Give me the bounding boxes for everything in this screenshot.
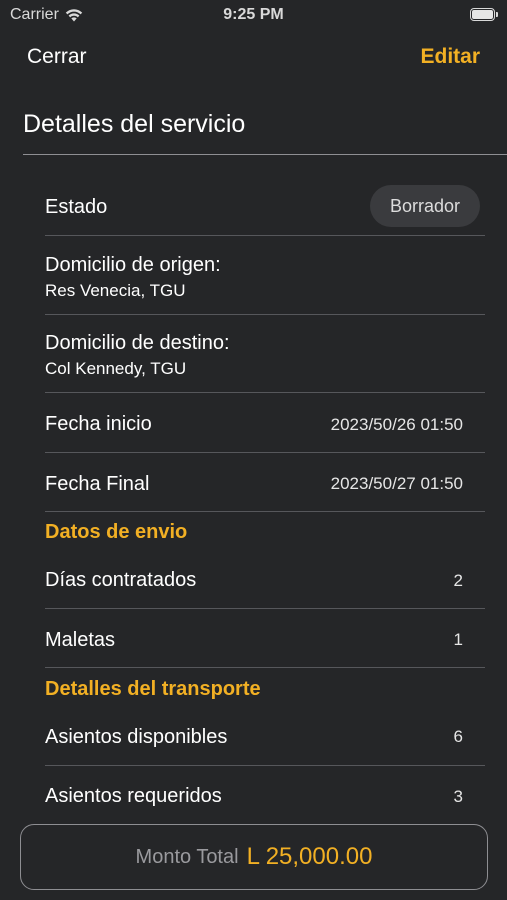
origen-value: Res Venecia, TGU bbox=[45, 281, 186, 300]
battery-icon bbox=[470, 8, 498, 21]
divider bbox=[45, 235, 485, 236]
origen-label: Domicilio de origen: bbox=[45, 254, 221, 276]
destino-value: Col Kennedy, TGU bbox=[45, 359, 187, 378]
fecha-inicio-label: Fecha inicio bbox=[45, 413, 152, 435]
estado-label: Estado bbox=[45, 196, 108, 218]
edit-button[interactable]: Editar bbox=[420, 45, 480, 69]
destino-label: Domicilio de destino: bbox=[45, 332, 230, 354]
asientos-requeridos-value: 3 bbox=[453, 787, 463, 806]
clock: 9:25 PM bbox=[223, 6, 284, 23]
section-header-transporte: Detalles del transporte bbox=[45, 678, 261, 700]
total-amount: L 25,000.00 bbox=[246, 843, 373, 870]
status-badge: Borrador bbox=[370, 185, 480, 227]
asientos-disponibles-value: 6 bbox=[453, 727, 463, 746]
divider bbox=[45, 511, 485, 512]
asientos-requeridos-label: Asientos requeridos bbox=[45, 785, 222, 807]
maletas-label: Maletas bbox=[45, 629, 116, 651]
fecha-final-label: Fecha Final bbox=[45, 473, 150, 495]
divider bbox=[45, 314, 485, 315]
divider bbox=[45, 452, 485, 453]
close-button[interactable]: Cerrar bbox=[27, 45, 87, 69]
total-amount-bar[interactable]: Monto Total L 25,000.00 bbox=[20, 824, 488, 890]
total-label: Monto Total bbox=[135, 845, 239, 868]
asientos-disponibles-label: Asientos disponibles bbox=[45, 726, 228, 748]
section-header-datos-envio: Datos de envio bbox=[45, 521, 188, 543]
title-divider bbox=[23, 154, 507, 155]
divider bbox=[45, 392, 485, 393]
fecha-inicio-value: 2023/50/26 01:50 bbox=[330, 415, 463, 434]
status-bar: Carrier 9:25 PM bbox=[0, 0, 507, 30]
divider bbox=[45, 667, 485, 668]
maletas-value: 1 bbox=[453, 630, 463, 649]
divider bbox=[45, 608, 485, 609]
dias-label: Días contratados bbox=[45, 569, 197, 591]
divider bbox=[45, 765, 485, 766]
page-title: Detalles del servicio bbox=[23, 110, 246, 138]
dias-value: 2 bbox=[453, 571, 463, 590]
fecha-final-value: 2023/50/27 01:50 bbox=[330, 474, 463, 493]
